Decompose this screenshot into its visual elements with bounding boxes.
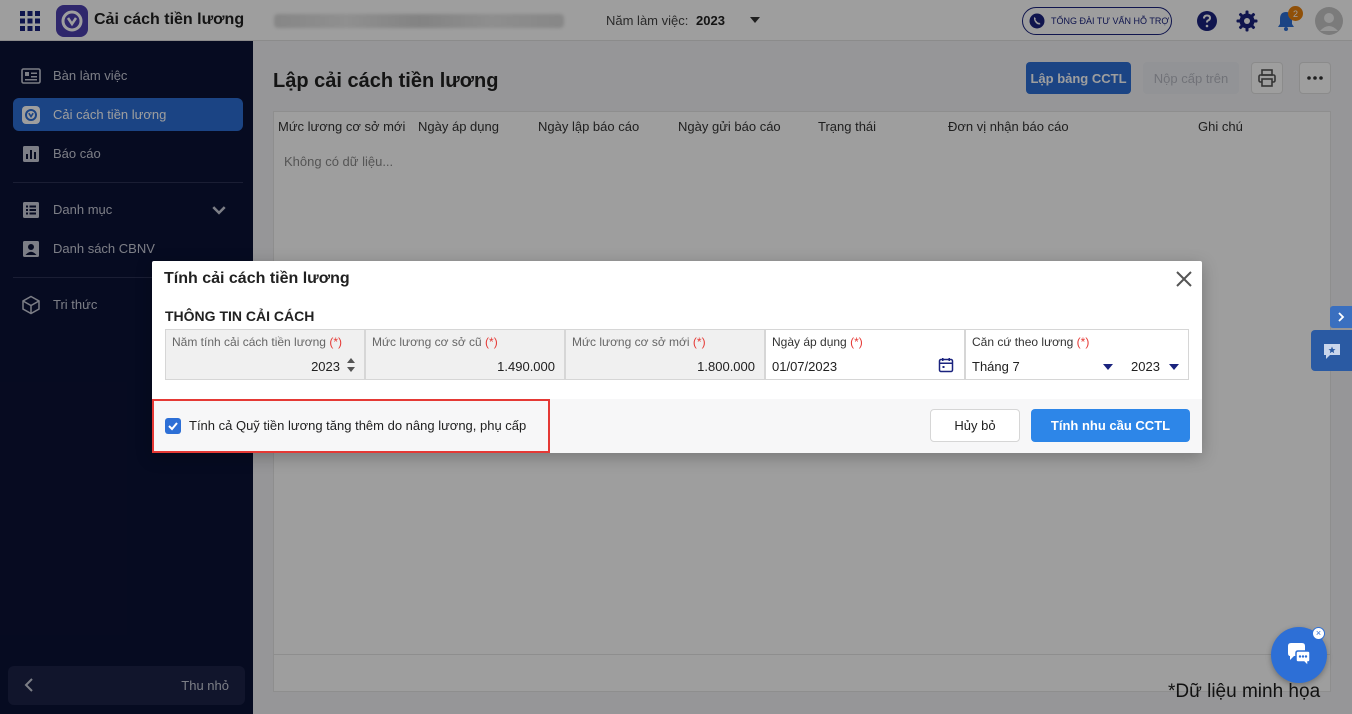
sample-data-note: *Dữ liệu minh họa — [1168, 681, 1321, 702]
field-label: Mức lương cơ sở cũ (*) — [372, 335, 498, 349]
side-panel-toggle[interactable] — [1330, 306, 1352, 328]
salary-basis-field: Căn cứ theo lương (*) Tháng 7 2023 — [965, 329, 1189, 380]
field-label: Năm tính cải cách tiền lương (*) — [172, 335, 342, 349]
stepper-icon[interactable] — [346, 356, 356, 374]
new-base-salary-field: Mức lương cơ sở mới (*) 1.800.000 — [565, 329, 765, 380]
field-label: Căn cứ theo lương (*) — [972, 335, 1090, 349]
cancel-button[interactable]: Hủy bỏ — [930, 409, 1020, 442]
dialog-title: Tính cải cách tiền lương — [164, 270, 350, 287]
old-base-salary-field: Mức lương cơ sở cũ (*) 1.490.000 — [365, 329, 565, 380]
calc-year-field[interactable]: Năm tính cải cách tiền lương (*) 2023 — [165, 329, 365, 380]
highlight-box — [152, 399, 550, 453]
close-icon[interactable] — [1174, 269, 1194, 289]
feedback-button[interactable] — [1311, 330, 1352, 371]
salary-basis-year-select[interactable]: 2023 — [1126, 352, 1188, 380]
calc-year-value: 2023 — [311, 359, 340, 374]
salary-basis-month-value: Tháng 7 — [972, 359, 1020, 374]
calendar-icon[interactable] — [938, 357, 954, 373]
salary-basis-month-select[interactable]: Tháng 7 — [966, 352, 1118, 380]
apply-date-field[interactable]: Ngày áp dụng (*) 01/07/2023 — [765, 329, 965, 380]
field-label: Mức lương cơ sở mới (*) — [572, 335, 706, 349]
old-base-salary-value: 1.490.000 — [497, 359, 555, 374]
feedback-icon — [1323, 343, 1340, 359]
chat-icon — [1288, 643, 1311, 668]
salary-reform-dialog: Tính cải cách tiền lương THÔNG TIN CẢI C… — [152, 261, 1202, 453]
field-label: Ngày áp dụng (*) — [772, 335, 863, 349]
chevron-right-icon — [1338, 312, 1345, 322]
caret-down-icon — [1103, 364, 1113, 370]
section-title: THÔNG TIN CẢI CÁCH — [165, 308, 315, 324]
caret-down-icon — [1169, 364, 1179, 370]
chat-close-icon[interactable]: × — [1312, 627, 1325, 640]
salary-basis-year-value: 2023 — [1131, 359, 1160, 374]
apply-date-value: 01/07/2023 — [772, 359, 838, 374]
new-base-salary-value: 1.800.000 — [697, 359, 755, 374]
calculate-cctl-button[interactable]: Tính nhu cầu CCTL — [1031, 409, 1190, 442]
